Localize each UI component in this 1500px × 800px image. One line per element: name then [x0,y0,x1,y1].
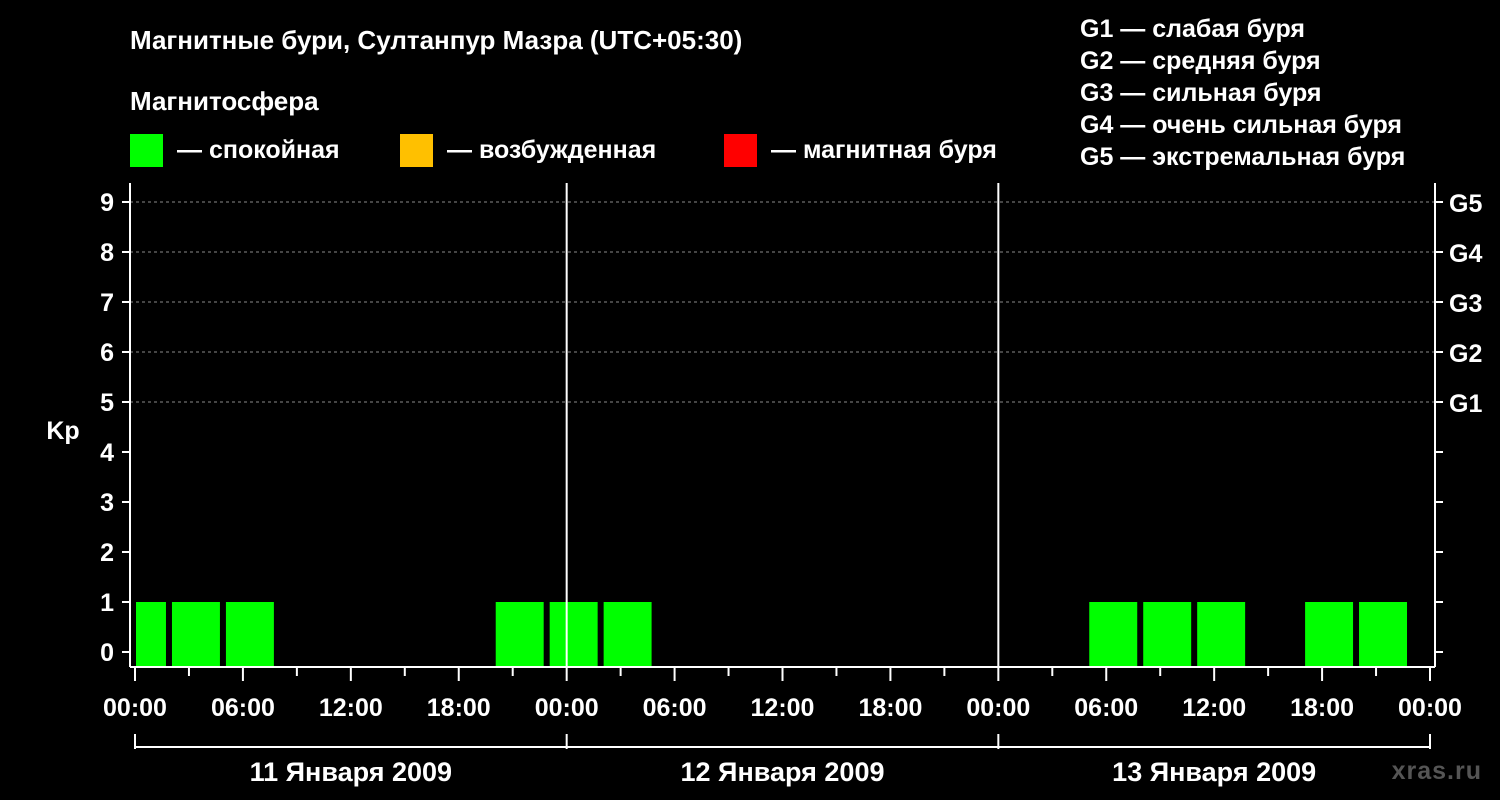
kp-bar [1359,602,1408,667]
storm-level-label: G2 [1449,340,1482,368]
x-tick-label: 06:00 [211,694,275,722]
day-label: 12 Января 2009 [681,757,885,787]
x-tick-label: 12:00 [1182,694,1246,722]
legend-label: — возбужденная [447,136,656,164]
kp-bar [603,602,652,667]
x-tick-label: 12:00 [319,694,383,722]
storm-legend-item: G1 — слабая буря [1080,15,1305,43]
x-tick-label: 00:00 [1398,694,1462,722]
legend-label: — магнитная буря [771,136,997,164]
kp-bar [171,602,220,667]
y-tick-label: 8 [100,239,114,267]
legend-label: — спокойная [177,136,340,164]
kp-bar [136,602,166,667]
chart-subtitle: Магнитосфера [130,86,319,116]
x-tick-label: 00:00 [535,694,599,722]
day-label: 13 Января 2009 [1112,757,1316,787]
legend-swatch [400,134,433,167]
state-legend: — спокойная — возбужденная — магнитная бур… [130,134,997,167]
x-tick-label: 00:00 [966,694,1030,722]
y-tick-label: 1 [100,589,114,617]
axis-labels: 0 1 2 3 4 5 6 7 8 9 G1 G2 G3 G4 G5 00:00 06:00 12:00 18:00… [100,189,1482,787]
x-tick-label: 06:00 [1074,694,1138,722]
kp-bar [1305,602,1354,667]
storm-legend-item: G5 — экстремальная буря [1080,143,1405,171]
y-tick-label: 4 [100,439,114,467]
storm-level-label: G3 [1449,290,1482,318]
storm-level-label: G5 [1449,190,1482,218]
chart-title: Магнитные бури, Султанпур Мазра (UTC+05:… [130,25,742,55]
y-tick-label: 3 [100,489,114,517]
grid-lines [130,201,1435,403]
y-axis-title: Kp [46,417,79,445]
kp-bar [495,602,544,667]
kp-bar [1143,602,1192,667]
storm-legend: G1 — слабая буря G2 — средняя буря G3 — си… [1080,15,1405,171]
x-tick-label: 18:00 [1290,694,1354,722]
storm-level-label: G1 [1449,390,1482,418]
y-tick-label: 2 [100,539,114,567]
legend-swatch [724,134,757,167]
x-tick-label: 18:00 [427,694,491,722]
x-tick-label: 18:00 [858,694,922,722]
storm-legend-item: G3 — сильная буря [1080,79,1322,107]
y-tick-label: 7 [100,289,114,317]
kp-bar [1197,602,1246,667]
day-label: 11 Января 2009 [250,757,452,787]
kp-bar [1089,602,1138,667]
y-tick-label: 6 [100,339,114,367]
y-tick-label: 9 [100,189,114,217]
x-tick-label: 00:00 [103,694,167,722]
storm-level-label: G4 [1449,240,1482,268]
x-tick-label: 12:00 [751,694,815,722]
storm-legend-item: G4 — очень сильная буря [1080,111,1402,139]
storm-legend-item: G2 — средняя буря [1080,47,1321,75]
magnetic-storm-chart: Магнитные бури, Султанпур Мазра (UTC+05:… [46,15,1482,787]
x-tick-label: 06:00 [643,694,707,722]
legend-swatch [130,134,163,167]
y-tick-label: 5 [100,389,114,417]
kp-bars [136,602,1408,667]
kp-bar [549,602,598,667]
kp-bar [225,602,274,667]
watermark: xras.ru [1392,757,1482,785]
y-tick-label: 0 [100,639,114,667]
